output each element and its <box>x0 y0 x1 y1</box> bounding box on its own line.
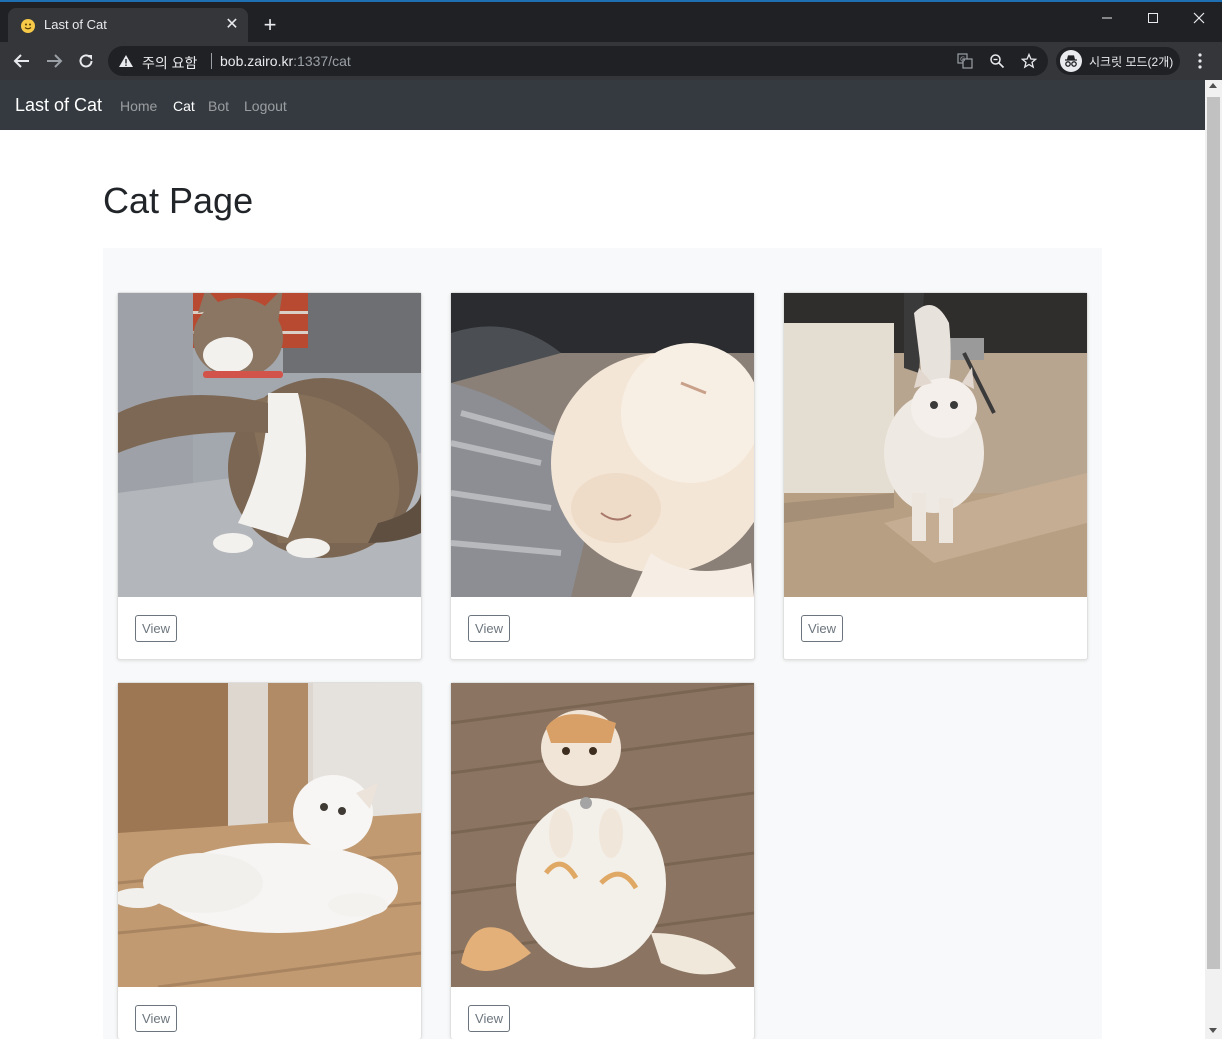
view-button[interactable]: View <box>135 615 177 642</box>
cat-photo-white-lying <box>118 683 421 987</box>
browser-toolbar: 주의 요함 bob.zairo.kr:1337/cat G 시크릿 모드(2개) <box>0 42 1222 80</box>
view-button[interactable]: View <box>468 1005 510 1032</box>
cat-photo-orange-sitting <box>451 683 754 987</box>
address-separator <box>211 53 212 69</box>
security-warning-label[interactable]: 주의 요함 <box>142 53 197 73</box>
scroll-down-arrow-icon[interactable] <box>1209 1028 1217 1033</box>
minimize-window-icon[interactable] <box>1084 8 1130 28</box>
cat-card: View <box>117 292 422 660</box>
browser-tab[interactable]: Last of Cat ✕ <box>8 8 248 44</box>
nav-link-bot[interactable]: Bot <box>208 98 229 114</box>
tab-title: Last of Cat <box>44 17 107 32</box>
url-text[interactable]: bob.zairo.kr:1337/cat <box>220 53 351 69</box>
back-arrow-icon[interactable] <box>10 50 34 72</box>
view-button[interactable]: View <box>801 615 843 642</box>
cat-photo-sleeping-white <box>451 293 754 597</box>
cat-card: View <box>117 682 422 1039</box>
nav-link-logout[interactable]: Logout <box>244 98 287 114</box>
cat-card: View <box>783 292 1088 660</box>
svg-text:G: G <box>960 56 965 64</box>
view-button[interactable]: View <box>468 615 510 642</box>
nav-link-home[interactable]: Home <box>120 98 157 114</box>
browser-menu-icon[interactable] <box>1192 51 1208 71</box>
forward-arrow-icon[interactable] <box>42 50 66 72</box>
navbar-brand[interactable]: Last of Cat <box>15 95 102 116</box>
url-path: :1337/cat <box>293 53 351 69</box>
scrollbar-thumb[interactable] <box>1207 97 1220 969</box>
cat-card: View <box>450 682 755 1039</box>
smiley-favicon-icon <box>21 19 35 33</box>
view-button[interactable]: View <box>135 1005 177 1032</box>
maximize-window-icon[interactable] <box>1130 8 1176 28</box>
close-window-icon[interactable] <box>1176 8 1222 28</box>
cat-card: View <box>450 292 755 660</box>
incognito-label: 시크릿 모드(2개) <box>1089 55 1174 69</box>
cat-photo-fluffy-standing <box>784 293 1087 597</box>
bookmark-star-icon[interactable] <box>1020 52 1038 70</box>
cat-photo-tabby-sitting <box>118 293 421 597</box>
nav-link-cat[interactable]: Cat <box>173 98 195 114</box>
incognito-indicator[interactable]: 시크릿 모드(2개) <box>1056 47 1180 75</box>
scroll-up-arrow-icon[interactable] <box>1209 83 1217 88</box>
url-host: bob.zairo.kr <box>220 53 294 69</box>
new-tab-button[interactable]: + <box>258 14 282 38</box>
incognito-icon <box>1060 50 1082 72</box>
translate-icon[interactable]: G <box>956 52 974 70</box>
tab-close-icon[interactable]: ✕ <box>224 17 240 33</box>
page-scrollbar[interactable] <box>1205 80 1222 1039</box>
address-bar[interactable]: 주의 요함 bob.zairo.kr:1337/cat G <box>108 46 1048 76</box>
zoom-icon[interactable] <box>988 52 1006 70</box>
site-navbar: Last of Cat Home Cat Bot Logout <box>0 80 1205 130</box>
warning-triangle-icon[interactable] <box>118 54 134 73</box>
reload-icon[interactable] <box>74 50 98 72</box>
page-title: Cat Page <box>103 180 254 221</box>
browser-tab-strip: Last of Cat ✕ + <box>0 0 1222 44</box>
